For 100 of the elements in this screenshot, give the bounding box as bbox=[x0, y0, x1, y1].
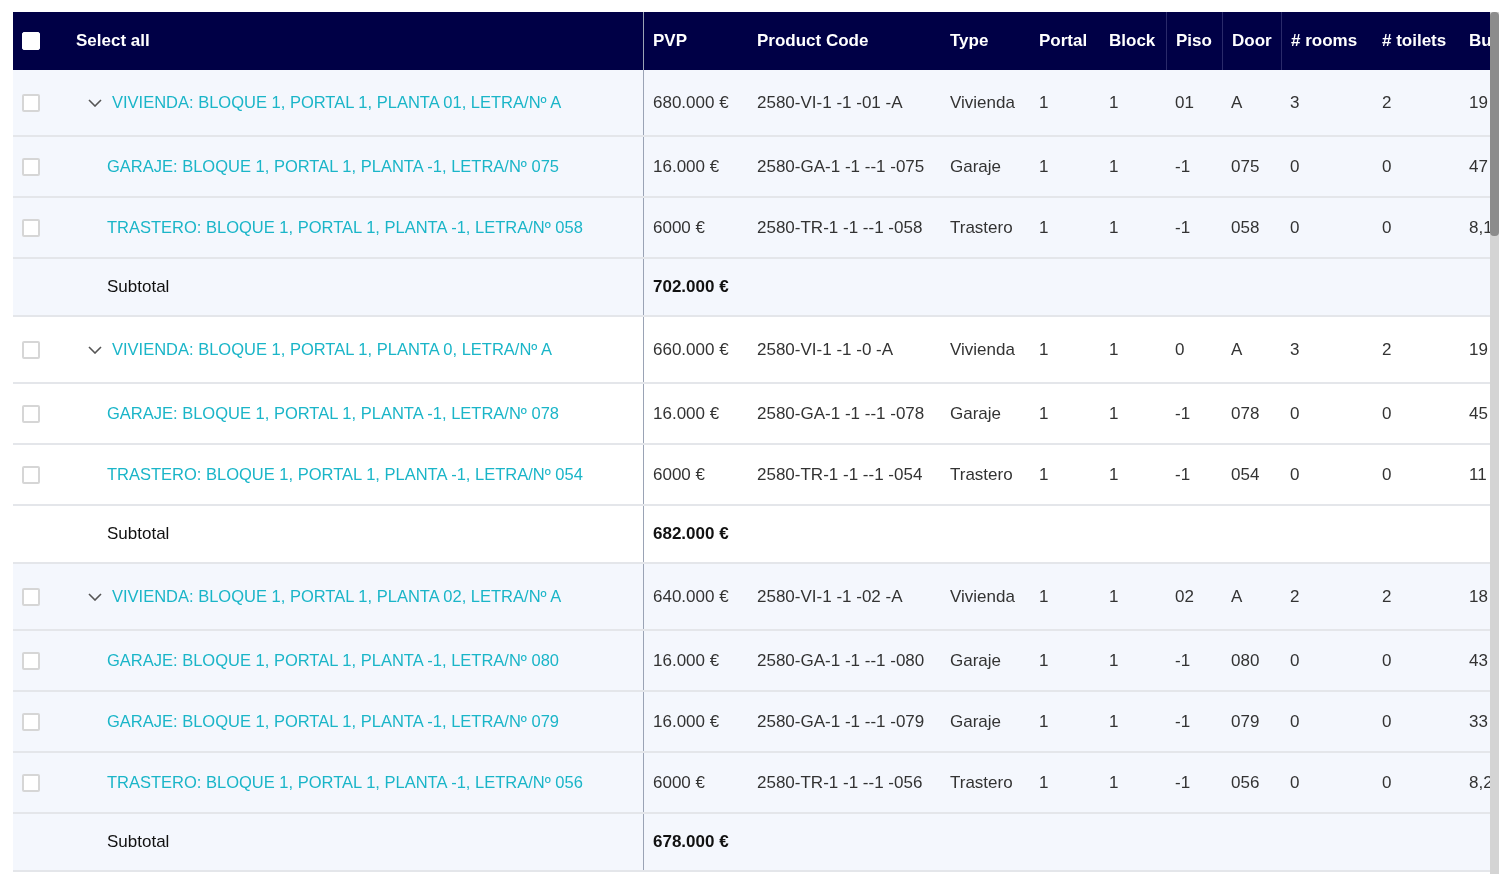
table-cell-text: 2580-TR-1 -1 --1 -056 bbox=[757, 771, 923, 794]
table-cell-text: 054 bbox=[1231, 463, 1260, 486]
subtotal-value: 678.000 € bbox=[653, 831, 729, 854]
subtotal-label: Subtotal bbox=[107, 523, 170, 546]
table-cell-text: 01 bbox=[1175, 91, 1194, 114]
column-header[interactable]: # toilets bbox=[1373, 12, 1460, 70]
table-cell-text: 2580-GA-1 -1 --1 -078 bbox=[757, 402, 925, 425]
subtotal-label: Subtotal bbox=[107, 276, 170, 299]
chevron-down-icon[interactable] bbox=[88, 98, 102, 107]
table-cell-text: Garaje bbox=[950, 710, 1002, 733]
checkbox[interactable] bbox=[22, 465, 40, 484]
checkbox[interactable] bbox=[22, 587, 40, 606]
table-cell-text: 0 bbox=[1290, 216, 1300, 239]
table-cell-text: -1 bbox=[1175, 216, 1191, 239]
column-header[interactable]: Portal bbox=[1030, 12, 1100, 70]
table-cell-text: 16.000 € bbox=[653, 402, 720, 425]
table-cell-text: 2580-GA-1 -1 --1 -075 bbox=[757, 155, 925, 178]
table-cell-text: 0 bbox=[1382, 771, 1392, 794]
table-cell-text: 2580-TR-1 -1 --1 -054 bbox=[757, 463, 923, 486]
table-cell-text: Garaje bbox=[950, 649, 1002, 672]
table-cell-text: -1 bbox=[1175, 649, 1191, 672]
table-cell-text: 8,1 bbox=[1469, 216, 1493, 239]
table-cell-text: 1 bbox=[1109, 338, 1119, 361]
checkbox[interactable] bbox=[22, 773, 40, 792]
table-cell-text: 43 bbox=[1469, 649, 1488, 672]
table-cell-text: 1 bbox=[1039, 216, 1049, 239]
table-cell-text: 079 bbox=[1231, 710, 1260, 733]
table-cell-text: 056 bbox=[1231, 771, 1260, 794]
table-cell-text: 2 bbox=[1382, 585, 1392, 608]
table-cell-text: 1 bbox=[1039, 649, 1049, 672]
table-cell-text: 1 bbox=[1039, 155, 1049, 178]
table-cell-text: 1 bbox=[1109, 649, 1119, 672]
table-cell-text: 3 bbox=[1290, 338, 1300, 361]
table-cell-text: 1 bbox=[1039, 463, 1049, 486]
column-header[interactable]: Bu bbox=[1460, 12, 1490, 70]
checkbox[interactable] bbox=[22, 651, 40, 670]
table-cell-text: Vivienda bbox=[950, 91, 1015, 114]
table-cell-text: Trastero bbox=[950, 216, 1013, 239]
table-cell-text: Vivienda bbox=[950, 338, 1015, 361]
table-cell-text: 1 bbox=[1109, 463, 1119, 486]
checkbox[interactable] bbox=[22, 404, 40, 423]
table-cell-text: 080 bbox=[1231, 649, 1260, 672]
table-cell-text: 3 bbox=[1290, 91, 1300, 114]
table-cell-text: 2580-VI-1 -1 -02 -A bbox=[757, 585, 903, 608]
table-cell-text: 6000 € bbox=[653, 216, 705, 239]
table-cell-text: A bbox=[1231, 585, 1243, 608]
table-cell-text: 2580-GA-1 -1 --1 -080 bbox=[757, 649, 925, 672]
table-cell-text: -1 bbox=[1175, 463, 1191, 486]
table-cell-text: 1 bbox=[1039, 91, 1049, 114]
subtotal-label: Subtotal bbox=[107, 831, 170, 854]
table-cell-text: -1 bbox=[1175, 155, 1191, 178]
table-cell-text: 45 bbox=[1469, 402, 1488, 425]
table-cell-text: 1 bbox=[1109, 91, 1119, 114]
table-cell-text: 640.000 € bbox=[653, 585, 729, 608]
table-cell-text: 0 bbox=[1382, 216, 1392, 239]
table-cell-text: 1 bbox=[1109, 585, 1119, 608]
table-cell-text: 16.000 € bbox=[653, 649, 720, 672]
table-cell-text: -1 bbox=[1175, 771, 1191, 794]
table-cell-text: 660.000 € bbox=[653, 338, 729, 361]
column-header[interactable]: Product Code bbox=[748, 12, 941, 70]
table-cell-text: 2580-VI-1 -1 -01 -A bbox=[757, 91, 903, 114]
scrollbar-thumb[interactable] bbox=[1490, 12, 1499, 236]
table-cell-text: Garaje bbox=[950, 402, 1002, 425]
column-header[interactable]: PVP bbox=[644, 12, 748, 70]
table-cell-text: 058 bbox=[1231, 216, 1260, 239]
table-cell-text: 1 bbox=[1039, 585, 1049, 608]
checkbox[interactable] bbox=[22, 712, 40, 731]
checkbox[interactable] bbox=[22, 340, 40, 359]
table-cell-text: 16.000 € bbox=[653, 710, 720, 733]
table-cell-text: 0 bbox=[1290, 463, 1300, 486]
column-header[interactable]: Type bbox=[941, 12, 1030, 70]
select-all-label: Select all bbox=[76, 30, 150, 53]
table-cell-text: Garaje bbox=[950, 155, 1002, 178]
table-cell-text: 0 bbox=[1382, 463, 1392, 486]
table-cell-text: Trastero bbox=[950, 463, 1013, 486]
chevron-down-icon[interactable] bbox=[88, 345, 102, 354]
table-cell-text: -1 bbox=[1175, 710, 1191, 733]
table-cell-text: -1 bbox=[1175, 402, 1191, 425]
checkbox[interactable] bbox=[22, 157, 40, 176]
table-cell-text: 02 bbox=[1175, 585, 1194, 608]
table-cell-text: 1 bbox=[1109, 402, 1119, 425]
table-cell-text: 0 bbox=[1382, 402, 1392, 425]
table-cell-text: 2 bbox=[1290, 585, 1300, 608]
table-cell-text: 2580-TR-1 -1 --1 -058 bbox=[757, 216, 923, 239]
table-cell-text: 16.000 € bbox=[653, 155, 720, 178]
scrollbar[interactable] bbox=[1490, 12, 1499, 874]
table-cell-text: 2 bbox=[1382, 338, 1392, 361]
table-cell-text: 680.000 € bbox=[653, 91, 729, 114]
chevron-down-icon[interactable] bbox=[88, 592, 102, 601]
checkbox[interactable] bbox=[22, 93, 40, 112]
table-cell-text: 1 bbox=[1109, 710, 1119, 733]
table-cell-text: 0 bbox=[1290, 710, 1300, 733]
column-header[interactable]: Block bbox=[1100, 12, 1166, 70]
table-cell-text: 0 bbox=[1175, 338, 1185, 361]
table-cell-text: 075 bbox=[1231, 155, 1260, 178]
table-cell-text: 1 bbox=[1039, 338, 1049, 361]
table-cell-text: 1 bbox=[1109, 771, 1119, 794]
table-cell-text: 1 bbox=[1109, 155, 1119, 178]
checkbox[interactable] bbox=[22, 218, 40, 237]
table-cell-text: 6000 € bbox=[653, 771, 705, 794]
